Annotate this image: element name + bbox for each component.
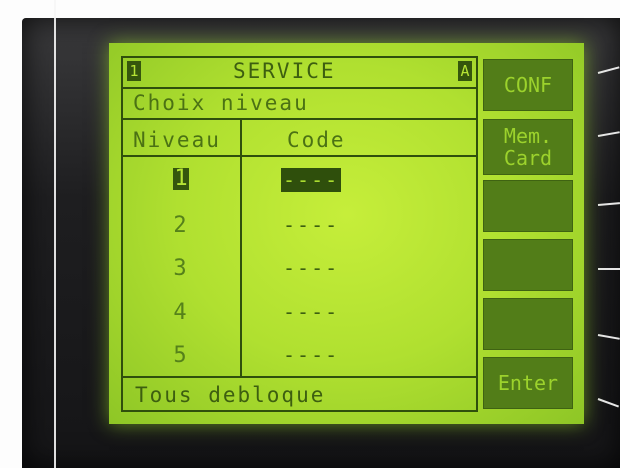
blank-softkey-5[interactable] (483, 298, 573, 350)
conf-softkey-label: CONF (503, 73, 553, 97)
softkey-4-marker (598, 268, 620, 270)
column-divider (240, 119, 242, 377)
divider (121, 376, 478, 378)
level-indicator: 1 (127, 61, 141, 81)
divider (121, 118, 478, 120)
page-title: SERVICE (233, 59, 336, 83)
card-softkey-label: Card (503, 146, 553, 170)
code-field-2[interactable]: ---- (283, 213, 339, 237)
divider (121, 155, 478, 157)
bezel-edge (54, 0, 56, 468)
code-field-5[interactable]: ---- (283, 343, 339, 367)
level-2[interactable]: 2 (169, 213, 191, 238)
level-1[interactable]: 1 (173, 168, 189, 190)
level-5[interactable]: 5 (169, 343, 191, 368)
column-header-code: Code (287, 128, 346, 152)
level-3[interactable]: 3 (169, 256, 191, 281)
lcd-screen: 1 SERVICE A Choix niveau Niveau Code 1 -… (109, 43, 584, 424)
divider (121, 87, 478, 89)
code-field-4[interactable]: ---- (283, 300, 339, 324)
enter-softkey-label: Enter (497, 371, 559, 395)
status-footer: Tous debloque (135, 383, 326, 407)
level-4[interactable]: 4 (169, 300, 191, 325)
mem-card-softkey[interactable]: Mem. Card (483, 119, 573, 175)
mem-softkey-label: Mem. (503, 124, 553, 148)
blank-softkey-3[interactable] (483, 180, 573, 232)
code-field-3[interactable]: ---- (283, 256, 339, 280)
mode-indicator: A (458, 61, 472, 81)
blank-softkey-4[interactable] (483, 239, 573, 291)
code-field-1[interactable]: ---- (281, 168, 342, 192)
enter-softkey[interactable]: Enter (483, 357, 573, 409)
subtitle: Choix niveau (133, 91, 309, 115)
conf-softkey[interactable]: CONF (483, 59, 573, 111)
column-header-niveau: Niveau (133, 128, 221, 152)
